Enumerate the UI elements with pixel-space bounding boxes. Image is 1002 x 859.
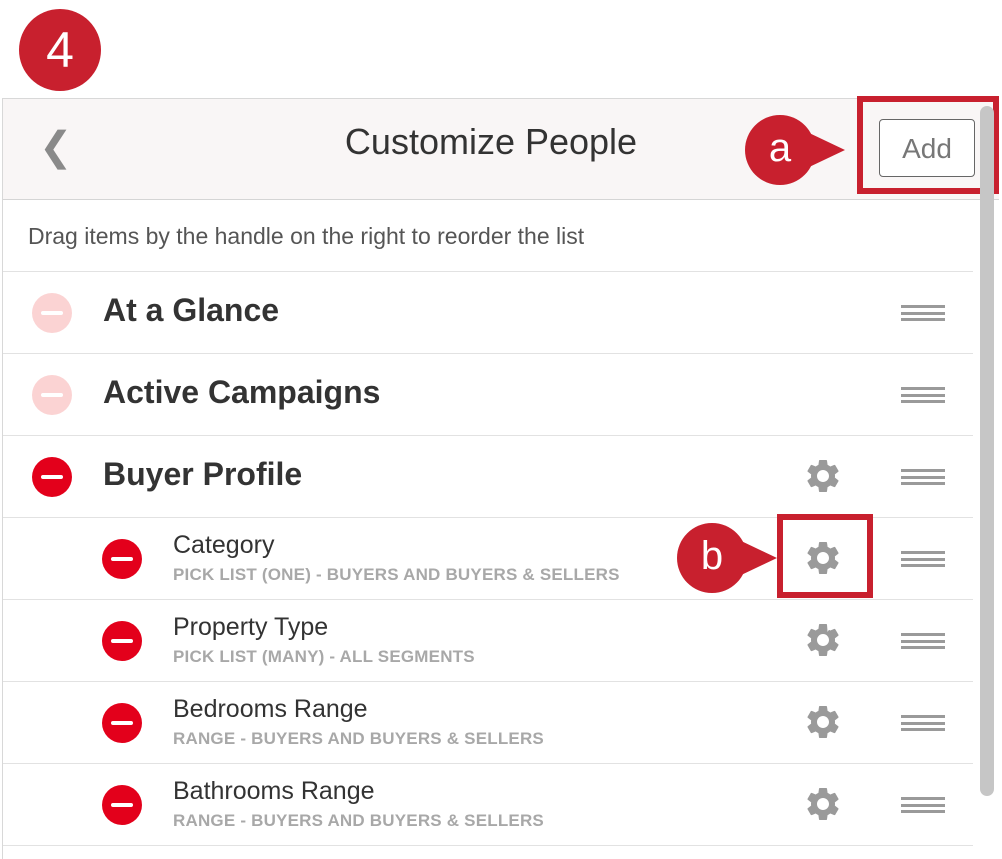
drag-handle-icon[interactable] — [901, 387, 945, 403]
field-list: Drag items by the handle on the right to… — [3, 200, 973, 846]
step-number-badge: 4 — [19, 9, 101, 91]
list-item-label: Category — [173, 531, 275, 559]
list-item-label: Bathrooms Range — [173, 777, 375, 805]
customize-panel: ❮ Customize People Add a Drag items by t… — [2, 96, 999, 859]
callout-a: a — [745, 115, 845, 185]
list-item-bathrooms-range: Bathrooms Range RANGE - BUYERS AND BUYER… — [3, 764, 973, 846]
drag-handle-icon[interactable] — [901, 469, 945, 485]
remove-icon[interactable] — [102, 539, 142, 579]
list-item-property-type: Property Type PICK LIST (MANY) - ALL SEG… — [3, 600, 973, 682]
list-item-label: Buyer Profile — [103, 456, 303, 492]
list-item-label: Bedrooms Range — [173, 695, 368, 723]
list-item-buyer-profile: Buyer Profile — [3, 436, 973, 518]
back-chevron-icon[interactable]: ❮ — [39, 127, 73, 167]
remove-disabled-icon — [32, 293, 72, 333]
highlight-box-b — [777, 514, 873, 598]
vertical-scrollbar[interactable] — [980, 106, 994, 796]
list-item-label: Active Campaigns — [103, 374, 381, 410]
callout-a-label: a — [768, 126, 792, 170]
drag-handle-icon[interactable] — [901, 715, 945, 731]
remove-icon[interactable] — [102, 703, 142, 743]
remove-icon[interactable] — [102, 621, 142, 661]
panel-header: ❮ Customize People Add a — [3, 96, 999, 200]
list-item-description: RANGE - BUYERS AND BUYERS & SELLERS — [173, 729, 544, 748]
callout-b: b — [677, 523, 777, 593]
remove-icon[interactable] — [102, 785, 142, 825]
drag-handle-icon[interactable] — [901, 551, 945, 567]
gear-icon[interactable] — [803, 620, 843, 660]
page-title: Customize People — [344, 121, 638, 162]
gear-icon[interactable] — [803, 784, 843, 824]
gear-icon[interactable] — [803, 456, 843, 496]
highlight-box-a — [857, 96, 999, 194]
callout-b-label: b — [700, 534, 724, 578]
list-item-label: Property Type — [173, 613, 329, 641]
list-item-at-a-glance: At a Glance — [3, 272, 973, 354]
list-item-description: PICK LIST (ONE) - BUYERS AND BUYERS & SE… — [173, 565, 620, 584]
list-item-category: Category PICK LIST (ONE) - BUYERS AND BU… — [3, 514, 973, 600]
remove-disabled-icon — [32, 375, 72, 415]
gear-icon[interactable] — [803, 702, 843, 742]
list-item-active-campaigns: Active Campaigns — [3, 354, 973, 436]
list-item-description: RANGE - BUYERS AND BUYERS & SELLERS — [173, 811, 544, 830]
list-item-bedrooms-range: Bedrooms Range RANGE - BUYERS AND BUYERS… — [3, 682, 973, 764]
drag-handle-icon[interactable] — [901, 305, 945, 321]
remove-icon[interactable] — [32, 457, 72, 497]
list-item-description: PICK LIST (MANY) - ALL SEGMENTS — [173, 647, 475, 666]
list-item-label: At a Glance — [103, 292, 280, 328]
reorder-hint: Drag items by the handle on the right to… — [3, 200, 973, 272]
drag-handle-icon[interactable] — [901, 797, 945, 813]
drag-handle-icon[interactable] — [901, 633, 945, 649]
